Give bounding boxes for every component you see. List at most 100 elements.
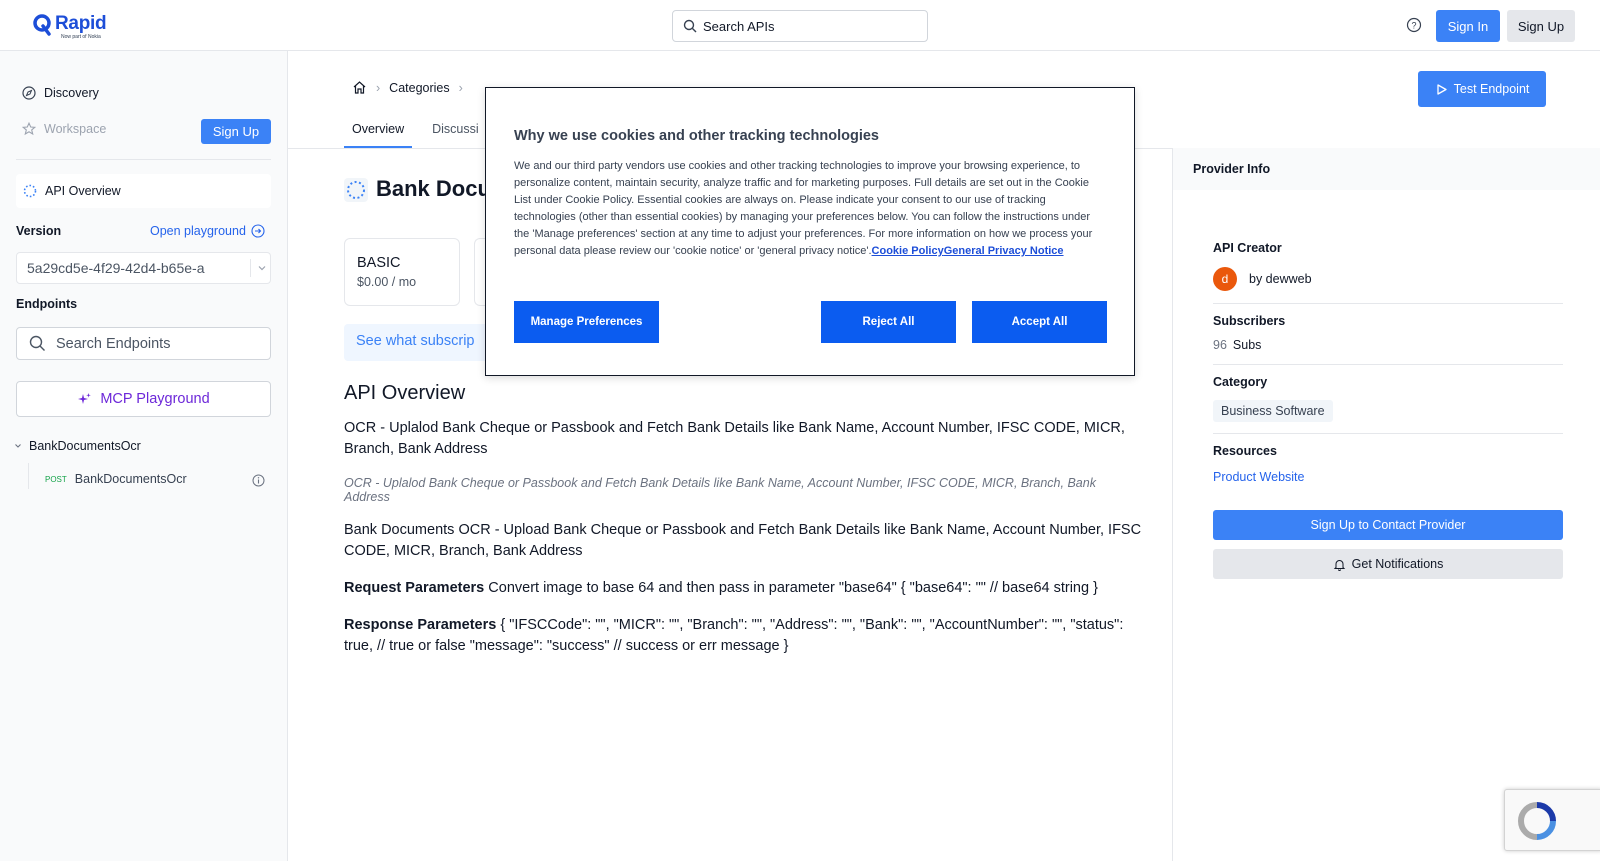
response-parameters-paragraph: Response Parameters { "IFSCCode": "", "M… <box>344 615 1144 657</box>
rapid-logo-icon <box>33 14 51 36</box>
recaptcha-badge[interactable] <box>1504 789 1600 851</box>
chevron-down-icon <box>15 444 21 448</box>
sidebar-item-label: Discovery <box>44 86 99 100</box>
open-playground-label: Open playground <box>150 224 246 238</box>
sidebar-item-api-overview[interactable]: API Overview <box>16 174 271 208</box>
version-select[interactable]: 5a29cd5e-4f29-42d4-b65e-a <box>16 252 271 284</box>
plan-card-basic[interactable]: BASIC $0.00 / mo <box>344 238 460 306</box>
accept-all-button[interactable]: Accept All <box>972 301 1107 343</box>
plan-name: BASIC <box>357 255 401 271</box>
endpoint-group[interactable]: BankDocumentsOcr <box>14 439 141 453</box>
endpoint-group-label: BankDocumentsOcr <box>29 439 141 453</box>
section-heading: API Overview <box>344 382 466 404</box>
category-label: Category <box>1213 375 1268 389</box>
chevron-right-icon: › <box>458 80 463 95</box>
sidebar-item-discovery[interactable]: Discovery <box>22 86 99 100</box>
request-parameters-paragraph: Request Parameters Convert image to base… <box>344 578 1144 599</box>
brand-tagline: Now part of Nokia <box>61 34 101 40</box>
get-notifications-button[interactable]: Get Notifications <box>1213 549 1563 579</box>
see-what-subscription-link[interactable]: See what subscrip <box>344 324 494 361</box>
search-apis-input[interactable]: Search APIs <box>672 10 928 42</box>
product-website-link[interactable]: Product Website <box>1213 470 1304 484</box>
subscribers-number: 96 <box>1213 338 1227 352</box>
dotted-circle-icon <box>23 184 37 198</box>
divider <box>16 159 271 160</box>
search-icon <box>683 19 697 33</box>
brand-name: Rapid <box>55 13 107 34</box>
category-badge[interactable]: Business Software <box>1213 400 1333 422</box>
star-icon <box>22 122 36 136</box>
search-apis-placeholder: Search APIs <box>703 18 775 34</box>
api-logo-icon <box>344 178 368 202</box>
breadcrumb: › Categories › <box>352 80 472 95</box>
cookie-policy-link[interactable]: Cookie Policy <box>872 245 944 257</box>
breadcrumb-categories[interactable]: Categories <box>389 81 449 95</box>
page-title: Bank Docu <box>376 176 491 201</box>
plan-price: $0.00 / mo <box>357 275 417 289</box>
subscribers-count: 96 Subs <box>1213 338 1261 352</box>
request-parameters-text: Convert image to base 64 and then pass i… <box>484 580 1098 596</box>
sparkles-icon <box>78 392 92 404</box>
open-playground-link[interactable]: Open playground <box>150 224 265 238</box>
endpoints-label: Endpoints <box>16 297 78 311</box>
contact-provider-button[interactable]: Sign Up to Contact Provider <box>1213 510 1563 540</box>
cookie-consent-dialog: Why we use cookies and other tracking te… <box>485 87 1135 376</box>
sidebar-item-label: Workspace <box>44 122 107 136</box>
play-icon <box>1436 83 1447 95</box>
response-parameters-label: Response Parameters <box>344 617 497 633</box>
sidebar-sign-up-button[interactable]: Sign Up <box>201 119 271 144</box>
chevron-down-icon <box>258 266 266 271</box>
creator-name[interactable]: by dewweb <box>1249 272 1312 286</box>
info-icon[interactable] <box>252 474 265 487</box>
overview-paragraph: OCR - Uplalod Bank Cheque or Passbook an… <box>344 420 1125 457</box>
overview-italic-paragraph: OCR - Uplalod Bank Cheque or Passbook an… <box>344 476 1096 504</box>
privacy-notice-link[interactable]: General Privacy Notice <box>944 245 1064 257</box>
mcp-playground-button[interactable]: MCP Playground <box>16 381 271 417</box>
left-sidebar: Discovery Workspace Sign Up API Overview… <box>0 51 288 861</box>
home-icon[interactable] <box>352 80 367 95</box>
divider <box>1213 433 1563 434</box>
sidebar-item-workspace[interactable]: Workspace <box>22 122 106 136</box>
cookie-body-text: We and our third party vendors use cooki… <box>514 160 1093 257</box>
version-label: Version <box>16 224 62 238</box>
provider-info-panel: Provider Info API Creator d by dewweb Su… <box>1172 148 1600 861</box>
cookie-dialog-title: Why we use cookies and other tracking te… <box>514 128 879 144</box>
manage-preferences-button[interactable]: Manage Preferences <box>514 301 659 343</box>
test-endpoint-label: Test Endpoint <box>1453 82 1530 96</box>
help-icon[interactable]: ? <box>1406 17 1422 33</box>
divider <box>1213 364 1563 365</box>
divider <box>1213 303 1563 304</box>
search-endpoints-placeholder: Search Endpoints <box>56 335 171 352</box>
rapid-logo[interactable]: Rapid Now part of Nokia <box>33 13 107 40</box>
description-paragraph: Bank Documents OCR - Upload Bank Cheque … <box>344 522 1142 559</box>
reject-all-button[interactable]: Reject All <box>821 301 956 343</box>
bell-icon <box>1333 559 1345 571</box>
tab-bar: Overview Discussi <box>344 114 499 148</box>
resources-label: Resources <box>1213 444 1277 458</box>
sign-in-button[interactable]: Sign In <box>1436 10 1500 42</box>
search-endpoints-input[interactable]: Search Endpoints <box>16 327 271 360</box>
top-bar: Rapid Now part of Nokia Search APIs ? Si… <box>0 0 1600 51</box>
compass-icon <box>22 86 36 100</box>
tree-line <box>28 463 29 489</box>
tab-overview[interactable]: Overview <box>344 114 413 148</box>
sidebar-item-label: API Overview <box>45 184 121 198</box>
sign-up-button[interactable]: Sign Up <box>1507 10 1575 42</box>
tab-discussions[interactable]: Discussi <box>424 114 487 148</box>
http-method-badge: POST <box>45 474 67 484</box>
test-endpoint-button[interactable]: Test Endpoint <box>1418 71 1546 107</box>
cookie-dialog-body: We and our third party vendors use cooki… <box>514 158 1104 260</box>
search-icon <box>29 335 45 351</box>
chevron-right-icon: › <box>376 80 381 95</box>
request-parameters-label: Request Parameters <box>344 580 485 596</box>
svg-text:?: ? <box>1411 21 1416 31</box>
avatar[interactable]: d <box>1213 267 1237 291</box>
arrow-circle-right-icon <box>251 224 265 238</box>
select-divider <box>250 259 251 277</box>
recaptcha-icon <box>1518 802 1556 840</box>
endpoint-item[interactable]: POST BankDocumentsOcr <box>45 472 187 486</box>
subscribers-unit: Subs <box>1232 338 1262 352</box>
subscribers-label: Subscribers <box>1213 314 1286 328</box>
provider-info-header: Provider Info <box>1173 148 1600 190</box>
mcp-playground-label: MCP Playground <box>100 391 210 407</box>
